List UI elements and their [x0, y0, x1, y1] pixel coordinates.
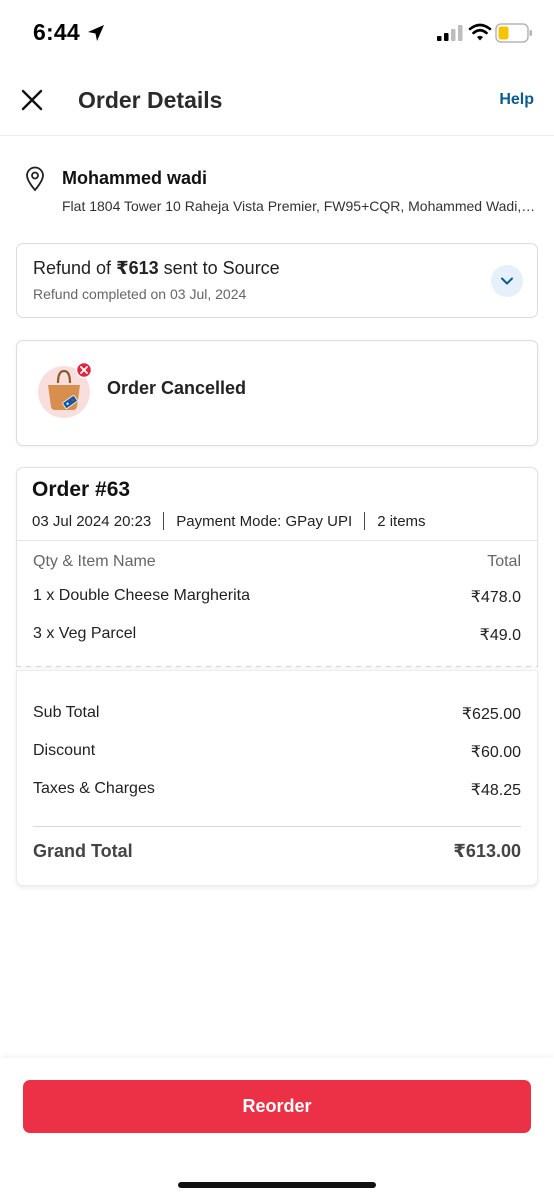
items-header: Qty & Item Name Total — [33, 553, 521, 571]
refund-card[interactable]: Refund of ₹613 sent to Source Refund com… — [16, 243, 538, 318]
grand-total-value: ₹613.00 — [453, 841, 521, 861]
bill-row-grand-total: Grand Total ₹613.00 — [33, 841, 521, 862]
cellular-signal-icon — [437, 25, 463, 41]
app-header: Order Details Help — [0, 66, 554, 136]
order-datetime: 03 Jul 2024 20:23 — [32, 512, 152, 530]
address-line: Flat 1804 Tower 10 Raheja Vista Premier,… — [62, 198, 538, 214]
bill-label: Taxes & Charges — [33, 780, 155, 797]
item-total: ₹49.0 — [479, 627, 521, 644]
bill-row-taxes: Taxes & Charges ₹48.25 — [33, 780, 521, 800]
order-status-label: Order Cancelled — [107, 378, 247, 398]
location-arrow-icon — [88, 25, 104, 41]
order-payment-mode: Payment Mode: GPay UPI — [176, 512, 353, 530]
chevron-down-icon — [501, 277, 513, 285]
bill-value: ₹60.00 — [470, 744, 521, 761]
order-summary-card: Order #63 03 Jul 2024 20:23 Payment Mode… — [16, 467, 538, 667]
divider — [17, 540, 537, 541]
divider — [33, 826, 521, 827]
item-name: 1 x Double Cheese Margherita — [33, 587, 251, 604]
item-name: 3 x Veg Parcel — [33, 625, 137, 642]
home-indicator — [178, 1182, 376, 1188]
refund-prefix: Refund of — [33, 258, 117, 278]
meta-divider — [163, 512, 165, 530]
refund-amount: ₹613 — [116, 258, 159, 278]
close-icon[interactable] — [20, 88, 44, 112]
wifi-icon — [468, 23, 492, 41]
bill-row-discount: Discount ₹60.00 — [33, 742, 521, 762]
refund-title: Refund of ₹613 sent to Source — [33, 258, 280, 279]
battery-icon — [495, 23, 532, 43]
bill-value: ₹48.25 — [470, 782, 521, 799]
grand-total-label: Grand Total — [33, 841, 133, 861]
cancelled-bag-icon — [38, 361, 93, 418]
bill-row-sub-total: Sub Total ₹625.00 — [33, 704, 521, 724]
page-title: Order Details — [78, 87, 223, 113]
map-pin-icon — [26, 166, 44, 192]
refund-suffix: sent to Source — [158, 258, 280, 278]
delivery-address: Mohammed wadi Flat 1804 Tower 10 Raheja … — [0, 136, 554, 236]
dashed-separator — [16, 666, 538, 668]
order-status-card: Order Cancelled — [16, 340, 538, 446]
bill-label: Sub Total — [33, 704, 100, 721]
item-total: ₹478.0 — [470, 589, 521, 606]
list-item: 1 x Double Cheese Margherita ₹478.0 — [33, 587, 521, 607]
order-meta: 03 Jul 2024 20:23 Payment Mode: GPay UPI… — [32, 512, 426, 530]
refund-subtitle: Refund completed on 03 Jul, 2024 — [33, 286, 247, 302]
meta-divider — [364, 512, 366, 530]
order-number: Order #63 — [32, 478, 131, 501]
items-column-total: Total — [487, 553, 521, 570]
order-item-count: 2 items — [377, 512, 426, 530]
footer-bar: Reorder — [0, 1058, 554, 1200]
bill-value: ₹625.00 — [461, 706, 521, 723]
reorder-button[interactable]: Reorder — [23, 1080, 531, 1133]
bill-summary-card: Sub Total ₹625.00 Discount ₹60.00 Taxes … — [16, 670, 538, 886]
help-link[interactable]: Help — [499, 91, 534, 109]
refund-expand-button[interactable] — [491, 265, 523, 297]
list-item: 3 x Veg Parcel ₹49.0 — [33, 625, 521, 645]
address-name: Mohammed wadi — [62, 168, 208, 188]
items-column-name: Qty & Item Name — [33, 553, 156, 570]
status-time: 6:44 — [33, 19, 80, 45]
status-bar: 6:44 — [0, 0, 554, 66]
bill-label: Discount — [33, 742, 96, 759]
